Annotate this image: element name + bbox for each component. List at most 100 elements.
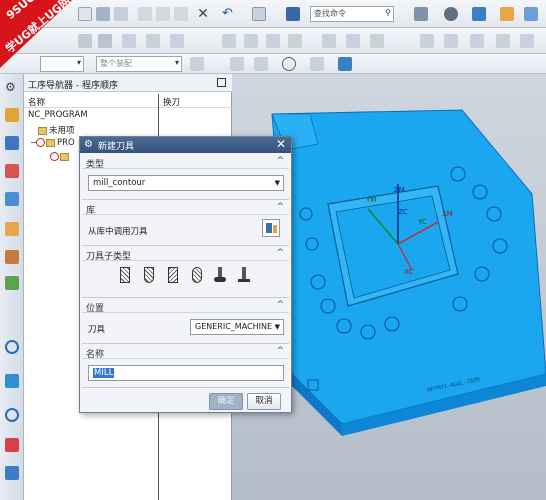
postprocess-icon[interactable] bbox=[370, 34, 384, 48]
library-section-header[interactable]: 库 ^ bbox=[82, 201, 289, 216]
cut-icon[interactable] bbox=[138, 7, 152, 21]
tree-item-unused[interactable]: 未用项 bbox=[38, 124, 75, 138]
web-browser-icon[interactable] bbox=[5, 340, 19, 354]
save-icon[interactable] bbox=[96, 7, 110, 21]
manufacturing-toolbar bbox=[0, 28, 546, 54]
tool-subtype-section-header[interactable]: 刀具子类型 ^ bbox=[82, 247, 289, 262]
ball-mill-icon[interactable] bbox=[144, 267, 154, 283]
selection-scope-select[interactable]: 整个装配 ▾ bbox=[96, 56, 182, 72]
axis-label-zm: ZM bbox=[394, 186, 405, 194]
library-section: 库 ^ 从库中调用刀具 bbox=[82, 201, 289, 237]
column-name-header[interactable]: 名称 bbox=[24, 94, 158, 108]
selection-toolbar: ▾ 整个装配 ▾ bbox=[0, 54, 546, 74]
print-icon[interactable] bbox=[114, 7, 128, 21]
command-finder-icon[interactable] bbox=[286, 7, 300, 21]
command-finder-input[interactable]: 查找命令 ⚲ bbox=[310, 6, 394, 22]
create-operation-icon[interactable] bbox=[170, 34, 184, 48]
dialog-titlebar[interactable]: ⚙ 新建刀具 ✕ bbox=[80, 137, 291, 153]
watermark-logo: 9SUG 学UG就上UG网 bbox=[0, 0, 72, 68]
library-browse-icon[interactable] bbox=[262, 219, 280, 237]
snap-end-icon[interactable] bbox=[254, 57, 268, 71]
shop-doc-icon[interactable] bbox=[420, 34, 434, 48]
close-icon[interactable]: ✕ bbox=[276, 137, 286, 151]
chamfer-mill-icon[interactable] bbox=[168, 267, 178, 283]
copy-icon[interactable] bbox=[156, 7, 170, 21]
operation-tree-icon[interactable] bbox=[5, 192, 19, 206]
call-from-library-label: 从库中调用刀具 bbox=[88, 227, 148, 237]
color-icon[interactable] bbox=[500, 7, 514, 21]
gear-icon[interactable]: ⚙ bbox=[84, 139, 95, 150]
geometry-view-icon[interactable] bbox=[266, 34, 280, 48]
settings-icon[interactable]: ⚙ bbox=[5, 80, 19, 94]
cube-view-icon[interactable] bbox=[472, 7, 486, 21]
tool-list-icon[interactable] bbox=[470, 34, 484, 48]
process-studio-icon[interactable] bbox=[5, 374, 19, 388]
create-program-icon[interactable] bbox=[78, 34, 92, 48]
collapse-chevron-icon[interactable]: ^ bbox=[276, 248, 284, 258]
type-section-header[interactable]: 类型 ^ bbox=[82, 155, 289, 170]
name-section-header[interactable]: 名称 ^ bbox=[82, 345, 289, 360]
clock-icon[interactable] bbox=[5, 408, 19, 422]
snap-center-icon[interactable] bbox=[310, 57, 324, 71]
spherical-mill-icon[interactable] bbox=[192, 267, 202, 283]
collapse-chevron-icon[interactable]: ^ bbox=[276, 300, 284, 310]
collapse-chevron-icon[interactable]: ^ bbox=[276, 156, 284, 166]
delete-icon[interactable]: ✕ bbox=[196, 7, 210, 21]
more-tools-icon[interactable] bbox=[520, 34, 534, 48]
create-method-icon[interactable] bbox=[146, 34, 160, 48]
verify-toolpath-icon[interactable] bbox=[346, 34, 360, 48]
collapse-chevron-icon[interactable]: ^ bbox=[276, 202, 284, 212]
clearance-icon[interactable] bbox=[496, 34, 510, 48]
generate-toolpath-icon[interactable] bbox=[322, 34, 336, 48]
standard-toolbar: ✕ ↶ 查找命令 ⚲ bbox=[0, 0, 546, 28]
end-mill-icon[interactable] bbox=[120, 267, 130, 283]
program-view-icon[interactable] bbox=[222, 34, 236, 48]
reuse-library-icon[interactable] bbox=[5, 250, 19, 264]
create-tool-icon[interactable] bbox=[98, 34, 112, 48]
location-section-header[interactable]: 位置 ^ bbox=[82, 299, 289, 314]
paste-icon[interactable] bbox=[174, 7, 188, 21]
folder-icon bbox=[38, 126, 47, 135]
new-file-icon[interactable] bbox=[78, 7, 92, 21]
barrel-cutter-icon[interactable] bbox=[238, 267, 250, 283]
tool-name-input[interactable]: MILL bbox=[88, 365, 284, 381]
box-select-icon[interactable] bbox=[338, 57, 352, 71]
snap-mid-icon[interactable] bbox=[282, 57, 296, 71]
operation-navigator-icon[interactable] bbox=[5, 108, 19, 122]
ok-button[interactable]: 确定 bbox=[209, 393, 243, 410]
folder-icon bbox=[46, 138, 55, 147]
select-cursor-icon[interactable] bbox=[190, 57, 204, 71]
machine-tool-navigator-icon[interactable] bbox=[5, 136, 19, 150]
axis-label-zc: ZC bbox=[398, 208, 408, 216]
machine-view-icon[interactable] bbox=[244, 34, 258, 48]
axis-label-ym: YM bbox=[365, 196, 376, 204]
tool-type-select[interactable]: mill_contour ▼ bbox=[88, 175, 284, 191]
window-icon[interactable] bbox=[252, 7, 266, 21]
tool-location-select[interactable]: GENERIC_MACHINE ▼ bbox=[190, 319, 284, 335]
system-materials-icon[interactable] bbox=[5, 466, 19, 480]
axis-label-xc: XC bbox=[404, 268, 413, 276]
history-icon[interactable] bbox=[5, 276, 19, 290]
collapse-chevron-icon[interactable]: ^ bbox=[276, 346, 284, 356]
t-cutter-icon[interactable] bbox=[214, 267, 226, 283]
maximize-icon[interactable] bbox=[217, 78, 226, 87]
undo-icon[interactable]: ↶ bbox=[222, 7, 236, 21]
tree-item-program[interactable]: − PRO bbox=[30, 138, 75, 152]
roles-icon[interactable] bbox=[5, 438, 19, 452]
feeds-speeds-icon[interactable] bbox=[444, 34, 458, 48]
part-navigator-icon[interactable] bbox=[5, 164, 19, 178]
create-geometry-icon[interactable] bbox=[122, 34, 136, 48]
tree-item-nc-program[interactable]: NC_PROGRAM bbox=[28, 110, 88, 124]
render-icon[interactable] bbox=[444, 7, 458, 21]
snap-point-icon[interactable] bbox=[230, 57, 244, 71]
axis-label-yc: YC bbox=[417, 218, 427, 226]
palette-icon[interactable] bbox=[5, 222, 19, 236]
cancel-button[interactable]: 取消 bbox=[247, 393, 281, 410]
snap-icon[interactable] bbox=[414, 7, 428, 21]
column-tool-change-header[interactable]: 换刀 bbox=[159, 94, 232, 108]
layer-icon[interactable] bbox=[524, 7, 538, 21]
tree-item-operation[interactable] bbox=[50, 152, 69, 166]
name-section: 名称 ^ MILL bbox=[82, 345, 289, 381]
resource-bar: ⚙ bbox=[0, 74, 24, 500]
method-view-icon[interactable] bbox=[288, 34, 302, 48]
